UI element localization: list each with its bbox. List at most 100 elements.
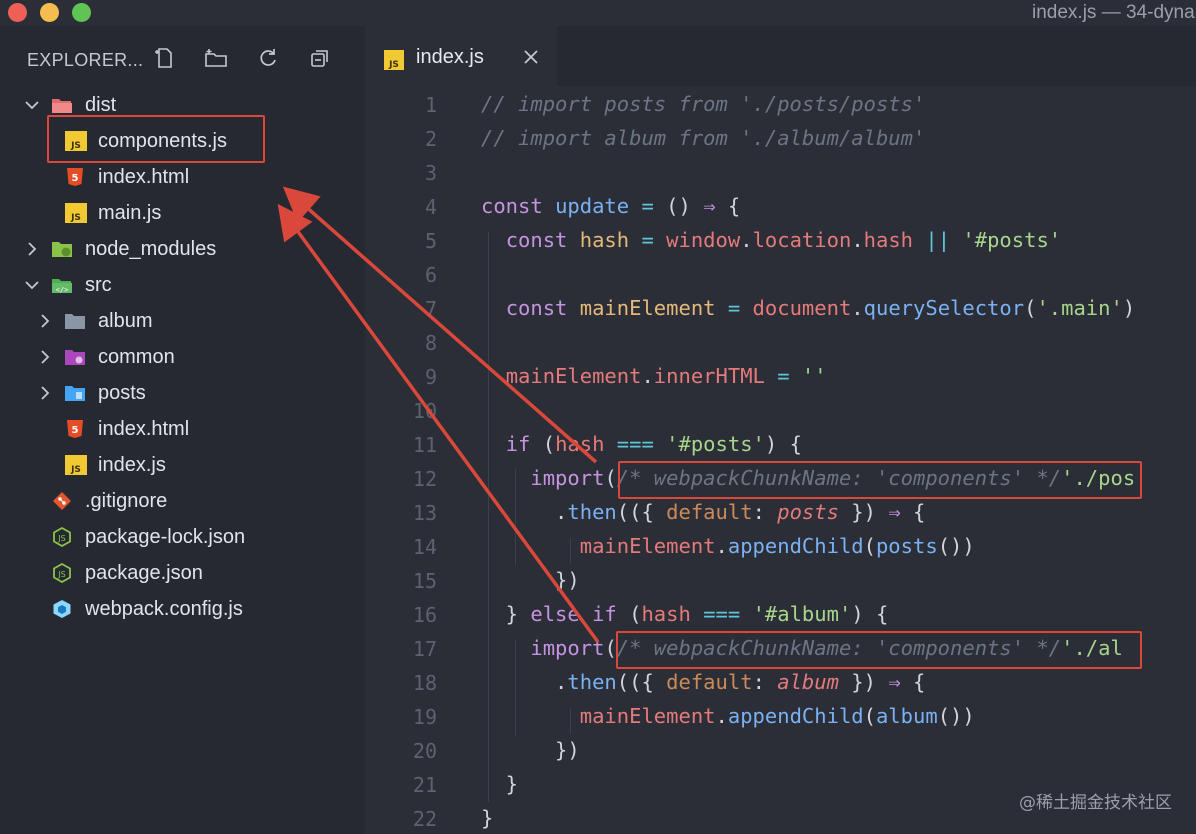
line-number: 5 [424, 229, 437, 253]
folder-open-icon [52, 99, 72, 113]
line-number: 16 [412, 603, 437, 627]
line-number: 10 [412, 399, 437, 423]
new-folder-icon[interactable] [202, 44, 230, 72]
line-number: 8 [424, 331, 437, 355]
git-icon [53, 492, 71, 510]
tree-item-src-index-js[interactable]: JS index.js [0, 447, 365, 483]
line-number: 13 [412, 501, 437, 525]
tree-item-label: .gitignore [85, 490, 168, 512]
js-file-icon: JS [384, 50, 404, 70]
line-number: 14 [412, 535, 437, 559]
tree-item-index-html[interactable]: 5 index.html [0, 159, 365, 195]
webpack-icon [53, 600, 71, 618]
tree-item-label: common [98, 346, 175, 368]
line-number: 11 [412, 433, 437, 457]
tree-item-label: package.json [85, 562, 203, 584]
line-number: 1 [424, 93, 437, 117]
code-line: 2 // import album from './album/album' [365, 121, 1196, 155]
src-folder-icon: </> [52, 279, 72, 294]
tree-item-package-lock-json[interactable]: JS package-lock.json [0, 519, 365, 555]
line-number: 18 [412, 671, 437, 695]
watermark: @稀土掘金技术社区 [1019, 793, 1172, 813]
line-number: 19 [412, 705, 437, 729]
line-number: 21 [412, 773, 437, 797]
json-node-icon: JS [53, 563, 71, 583]
posts-folder-icon [65, 386, 85, 401]
title-bar: index.js — 34-dyna [0, 0, 1196, 26]
tab-label: index.js [416, 46, 484, 68]
refresh-icon[interactable] [254, 44, 282, 72]
annotation-highlight-chunkname-2 [616, 631, 1142, 669]
chevron-right-icon [28, 242, 37, 256]
tree-item-webpack-config-js[interactable]: webpack.config.js [0, 591, 365, 627]
svg-text:JS: JS [57, 534, 65, 543]
svg-text:5: 5 [72, 425, 79, 436]
code-line: 13 .then(({ default: posts }) ⇒ { [365, 495, 1196, 529]
tree-item-label: package-lock.json [85, 526, 246, 548]
tab-index-js[interactable]: JS index.js [365, 26, 557, 86]
html5-file-icon: 5 [67, 168, 83, 186]
tree-item-label: posts [98, 382, 146, 404]
collapse-all-icon[interactable] [306, 44, 334, 72]
explorer-header: EXPLORER... [0, 42, 365, 78]
code-line: 5 const hash = window.location.hash || '… [365, 223, 1196, 257]
tree-item-label: main.js [98, 202, 162, 224]
code-line: 4 const update = () ⇒ { [365, 189, 1196, 223]
tree-item-src[interactable]: </> src [0, 267, 365, 303]
annotation-highlight-chunkname-1 [618, 461, 1142, 499]
tree-item-label: webpack.config.js [85, 598, 243, 620]
line-number: 2 [424, 127, 437, 151]
tree-item-package-json[interactable]: JS package.json [0, 555, 365, 591]
node-folder-icon [52, 242, 72, 257]
code-line: 19 mainElement.appendChild(album()) [365, 699, 1196, 733]
code-line: 3 [365, 155, 1196, 189]
chevron-right-icon [41, 386, 50, 400]
tree-item-label: node_modules [85, 238, 217, 260]
folder-icon [65, 314, 85, 329]
line-number: 9 [424, 365, 437, 389]
code-line: 14 mainElement.appendChild(posts()) [365, 529, 1196, 563]
chevron-down-icon [25, 281, 39, 290]
svg-text:</>: </> [56, 286, 69, 294]
code-line: 18 .then(({ default: album }) ⇒ { [365, 665, 1196, 699]
tree-item-label: index.js [98, 454, 166, 476]
explorer-sidebar: EXPLORER... dist JS components.js 5 inde… [0, 26, 365, 834]
new-file-icon[interactable] [151, 44, 179, 72]
tree-item-label: index.html [98, 418, 190, 440]
tree-item-src-index-html[interactable]: 5 index.html [0, 411, 365, 447]
code-line: 7 const mainElement = document.querySele… [365, 291, 1196, 325]
tree-item-main-js[interactable]: JS main.js [0, 195, 365, 231]
line-number: 3 [424, 161, 437, 185]
close-icon[interactable] [521, 47, 541, 67]
js-file-icon: JS [65, 203, 87, 223]
tree-item-label: album [98, 310, 153, 332]
chevron-right-icon [41, 350, 50, 364]
annotation-highlight-components-js [47, 115, 265, 163]
tree-item-label: dist [85, 94, 117, 116]
close-window-button[interactable] [8, 3, 27, 22]
line-number: 4 [424, 195, 437, 219]
code-line: 11 if (hash === '#posts') { [365, 427, 1196, 461]
window-title: index.js — 34-dyna [1032, 2, 1195, 23]
line-number: 12 [412, 467, 437, 491]
tree-item-node-modules[interactable]: node_modules [0, 231, 365, 267]
tree-item-common[interactable]: common [0, 339, 365, 375]
tree-item-gitignore[interactable]: .gitignore [0, 483, 365, 519]
json-node-icon: JS [53, 527, 71, 547]
explorer-title: EXPLORER... [27, 50, 144, 70]
code-editor[interactable]: 1 // import posts from './posts/posts' 2… [365, 86, 1196, 834]
maximize-window-button[interactable] [72, 3, 91, 22]
line-number: 22 [412, 807, 437, 831]
code-line: 9 mainElement.innerHTML = '' [365, 359, 1196, 393]
minimize-window-button[interactable] [40, 3, 59, 22]
code-line: 1 // import posts from './posts/posts' [365, 87, 1196, 121]
tree-item-posts[interactable]: posts [0, 375, 365, 411]
html5-file-icon: 5 [67, 420, 83, 438]
code-line: 20 }) [365, 733, 1196, 767]
common-folder-icon [65, 350, 85, 365]
tree-item-album[interactable]: album [0, 303, 365, 339]
tree-item-label: index.html [98, 166, 190, 188]
editor-tab-bar: JS index.js [365, 26, 1196, 86]
code-line: 16 } else if (hash === '#album') { [365, 597, 1196, 631]
tree-item-label: src [85, 274, 112, 296]
